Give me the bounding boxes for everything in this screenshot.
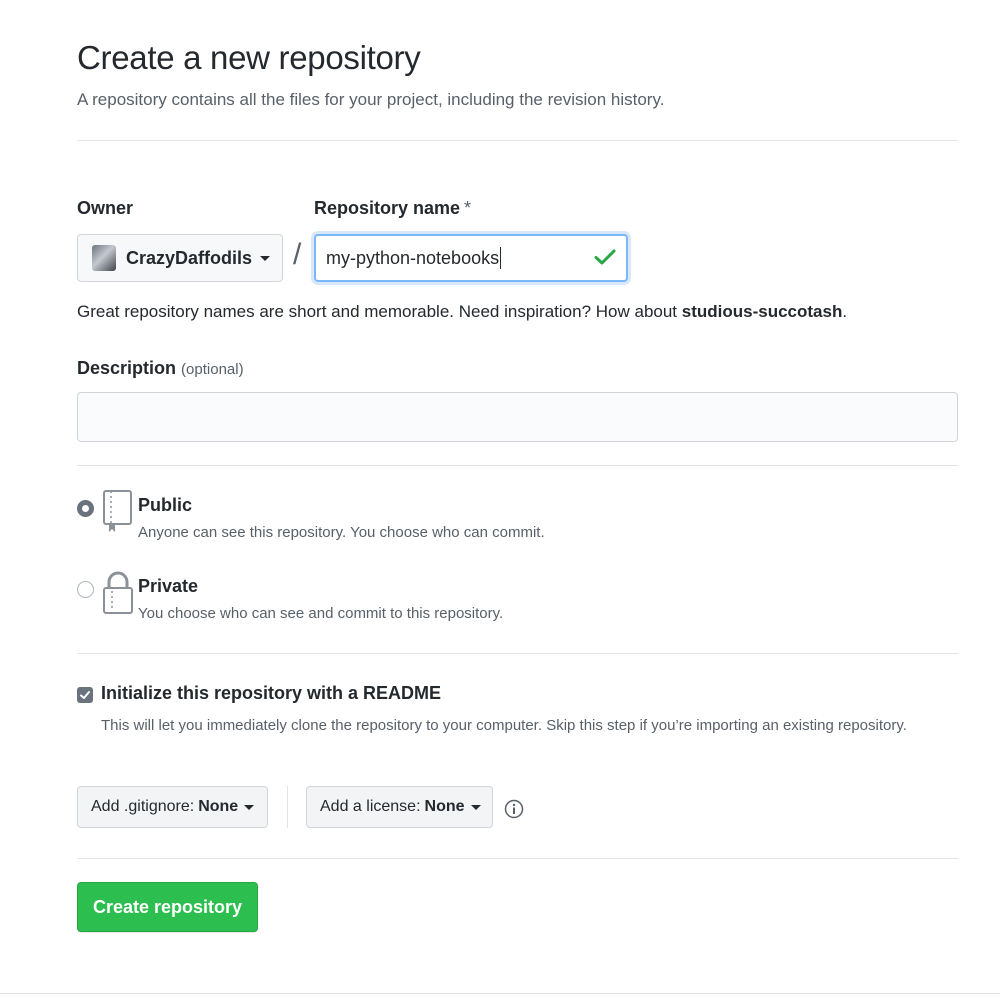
new-repository-page: Create a new repository A repository con… <box>0 0 1000 1000</box>
repo-name-input[interactable]: my-python-notebooks <box>314 234 628 282</box>
readme-title: Initialize this repository with a README <box>101 683 442 703</box>
private-radio[interactable] <box>77 581 94 598</box>
description-label: Description (optional) <box>77 358 244 379</box>
divider <box>77 858 958 859</box>
footer-divider <box>0 993 1000 994</box>
private-title: Private <box>138 576 199 596</box>
form-container: Create a new repository A repository con… <box>77 30 958 932</box>
description-input[interactable] <box>77 392 958 442</box>
page-title: Create a new repository <box>77 39 421 76</box>
name-suggestion[interactable]: studious-succotash <box>682 302 843 321</box>
create-repository-button[interactable]: Create repository <box>77 882 258 932</box>
lock-icon <box>103 571 133 614</box>
chevron-down-icon <box>470 804 481 810</box>
owner-label: Owner <box>77 198 134 218</box>
page-subtitle: A repository contains all the files for … <box>77 90 665 109</box>
gitignore-value: None <box>198 798 239 815</box>
readme-desc: This will let you immediately clone the … <box>101 717 907 734</box>
chevron-down-icon <box>260 255 271 261</box>
owner-dropdown[interactable]: CrazyDaffodils <box>77 234 283 282</box>
private-desc: You choose who can see and commit to thi… <box>138 605 504 622</box>
description-label-text: Description <box>77 358 177 378</box>
repo-name-label-text: Repository name <box>314 198 461 218</box>
checkmark-icon <box>80 691 90 699</box>
divider <box>77 653 958 654</box>
name-hint-end: . <box>842 302 848 321</box>
gitignore-label: Add .gitignore: <box>91 798 195 815</box>
name-hint-text: Great repository names are short and mem… <box>77 302 682 321</box>
repo-book-icon <box>103 490 132 532</box>
license-label: Add a license: <box>320 798 421 815</box>
divider <box>77 140 958 141</box>
owner-repo-separator: / <box>293 238 302 271</box>
owner-name: CrazyDaffodils <box>126 247 253 268</box>
public-desc: Anyone can see this repository. You choo… <box>138 524 545 541</box>
repo-name-label: Repository name * <box>314 198 471 219</box>
readme-checkbox[interactable] <box>77 687 93 703</box>
vertical-divider <box>287 786 288 828</box>
license-dropdown[interactable]: Add a license: None <box>306 786 493 828</box>
name-hint: Great repository names are short and mem… <box>77 302 847 322</box>
info-icon[interactable] <box>504 799 524 819</box>
divider <box>77 465 958 466</box>
optional-tag: (optional) <box>181 361 244 378</box>
chevron-down-icon <box>244 804 255 810</box>
repo-name-value: my-python-notebooks <box>326 247 500 268</box>
gitignore-dropdown[interactable]: Add .gitignore: None <box>77 786 268 828</box>
public-radio[interactable] <box>77 500 94 517</box>
avatar <box>92 245 116 271</box>
license-value: None <box>424 798 465 815</box>
public-title: Public <box>138 495 193 515</box>
text-cursor <box>500 247 502 269</box>
check-icon <box>594 249 616 265</box>
required-mark: * <box>464 198 472 218</box>
